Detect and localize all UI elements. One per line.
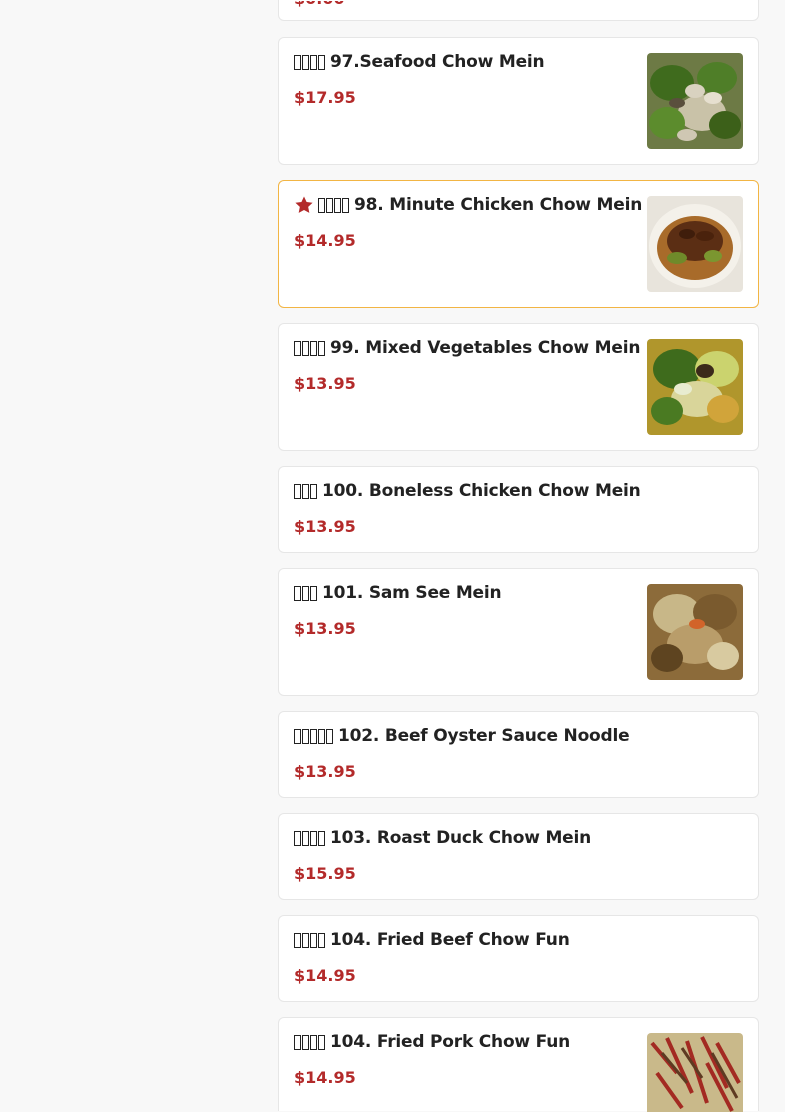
chinese-name-glyphs [294, 340, 325, 356]
chinese-name-glyphs [294, 728, 333, 744]
sam-see-mein-photo[interactable] [647, 584, 743, 680]
item-price: $13.95 [294, 374, 356, 393]
menu-item-card-partial[interactable]: $0.00 [278, 0, 759, 21]
item-title: 103. Roast Duck Chow Mein [294, 828, 591, 848]
item-name: 103. Roast Duck Chow Mein [330, 828, 592, 848]
chinese-name-glyphs [294, 1034, 325, 1050]
chinese-name-glyphs [294, 830, 325, 846]
item-name: 101. Sam See Mein [322, 583, 502, 603]
menu-item-card[interactable]: 97.Seafood Chow Mein $17.95 [278, 37, 759, 165]
item-name: 100. Boneless Chicken Chow Mein [322, 481, 641, 501]
item-title: 99. Mixed Vegetables Chow Mein [294, 338, 640, 358]
chinese-name-glyphs [294, 54, 325, 70]
item-name: 104. Fried Pork Chow Fun [330, 1032, 571, 1052]
item-price: $14.95 [294, 966, 356, 985]
item-price: $13.95 [294, 762, 356, 781]
fried-pork-chow-fun-photo[interactable] [647, 1033, 743, 1112]
item-price: $13.95 [294, 619, 356, 638]
item-title: 102. Beef Oyster Sauce Noodle [294, 726, 630, 746]
item-price: $14.95 [294, 231, 356, 250]
menu-item-card[interactable]: 101. Sam See Mein $13.95 [278, 568, 759, 696]
item-title: 98. Minute Chicken Chow Mein [294, 195, 642, 215]
menu-item-card[interactable]: 102. Beef Oyster Sauce Noodle $13.95 [278, 711, 759, 798]
menu-item-card[interactable]: 99. Mixed Vegetables Chow Mein $13.95 [278, 323, 759, 451]
chinese-name-glyphs [318, 197, 349, 213]
item-price: $0.00 [294, 1, 345, 8]
chinese-name-glyphs [294, 585, 317, 601]
menu-item-card-featured[interactable]: 98. Minute Chicken Chow Mein $14.95 [278, 180, 759, 308]
menu-item-card[interactable]: 104. Fried Beef Chow Fun $14.95 [278, 915, 759, 1002]
chinese-name-glyphs [294, 932, 325, 948]
seafood-chow-mein-photo[interactable] [647, 53, 743, 149]
item-price: $17.95 [294, 88, 356, 107]
item-title: 97.Seafood Chow Mein [294, 52, 545, 72]
chinese-name-glyphs [294, 483, 317, 499]
item-title: 100. Boneless Chicken Chow Mein [294, 481, 641, 501]
item-title: 104. Fried Pork Chow Fun [294, 1032, 570, 1052]
item-title: 101. Sam See Mein [294, 583, 502, 603]
menu-item-card[interactable]: 104. Fried Pork Chow Fun $14.95 [278, 1017, 759, 1112]
item-name: 98. Minute Chicken Chow Mein [354, 195, 643, 215]
item-price: $14.95 [294, 1068, 356, 1087]
menu-item-card[interactable]: 100. Boneless Chicken Chow Mein $13.95 [278, 466, 759, 553]
mixed-vegetables-chow-mein-photo[interactable] [647, 339, 743, 435]
item-price: $13.95 [294, 517, 356, 536]
item-name: 97.Seafood Chow Mein [330, 52, 545, 72]
menu-item-card[interactable]: 103. Roast Duck Chow Mein $15.95 [278, 813, 759, 900]
item-name: 102. Beef Oyster Sauce Noodle [338, 726, 630, 746]
item-price: $15.95 [294, 864, 356, 883]
item-name: 99. Mixed Vegetables Chow Mein [330, 338, 641, 358]
star-icon [295, 196, 313, 213]
item-title: 104. Fried Beef Chow Fun [294, 930, 570, 950]
minute-chicken-chow-mein-photo[interactable] [647, 196, 743, 292]
item-name: 104. Fried Beef Chow Fun [330, 930, 570, 950]
